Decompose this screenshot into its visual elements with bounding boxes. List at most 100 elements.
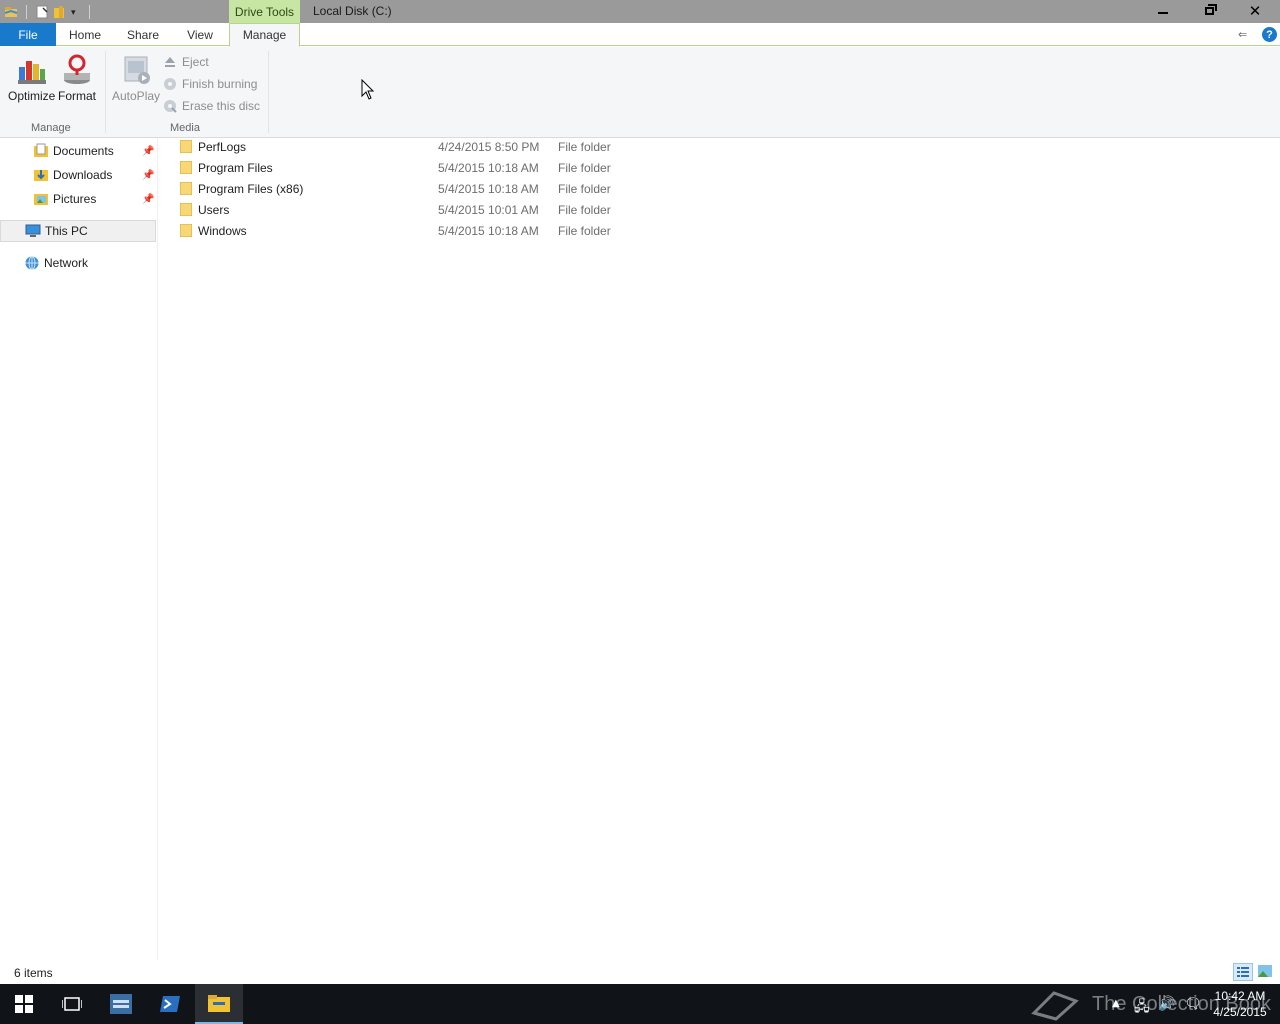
pictures-folder-icon [34,194,48,205]
clock-time: 10:42 AM [1214,989,1266,1003]
eject-button[interactable]: Eject [163,53,209,71]
folder-icon [180,161,192,174]
folder-icon [180,224,192,237]
file-row[interactable]: Users 5/4/2015 10:01 AM File folder [177,201,877,222]
file-name: Program Files [198,161,273,175]
file-type: File folder [558,203,611,217]
file-name: PerfLogs [198,140,247,154]
contextual-group-label: Drive Tools [229,0,300,23]
taskbar: The Collection Book ▲ 🖧 🔊 🗨 10:42 AM 4/2… [0,984,1280,1024]
pin-icon[interactable]: 📌 [142,170,154,182]
file-date: 5/4/2015 10:18 AM [438,182,539,196]
autoplay-label: AutoPlay [112,89,161,103]
tab-file[interactable]: File [0,23,56,46]
finish-burning-button[interactable]: Finish burning [163,75,257,93]
optimize-button[interactable]: Optimize [8,53,55,105]
file-explorer-taskbar-button[interactable] [195,984,243,1024]
ribbon-panel: Optimize Format Manage AutoPlay Eject Fi… [0,47,1280,138]
properties-icon[interactable] [35,5,49,19]
format-button[interactable]: Format [58,53,96,105]
folder-icon [180,203,192,216]
qat-separator [89,4,90,19]
nav-label-this-pc: This PC [45,224,88,238]
group-label-media: Media [170,122,200,134]
tab-home[interactable]: Home [64,23,106,46]
show-hidden-icons-chevron-icon[interactable]: ▲ [1112,998,1120,1009]
powershell-button[interactable] [146,984,194,1024]
new-folder-icon[interactable] [53,5,67,19]
close-button[interactable]: ✕ [1232,0,1278,22]
group-label-manage: Manage [31,122,71,134]
taskbar-clock[interactable]: 10:42 AM 4/25/2015 [1208,988,1272,1020]
large-icons-view-button[interactable] [1256,963,1276,981]
nav-item-documents[interactable]: Documents [33,140,114,162]
group-separator [105,51,106,133]
burn-disc-icon [164,78,176,90]
server-manager-button[interactable] [97,984,145,1024]
optimize-label: Optimize [8,89,56,103]
tab-share[interactable]: Share [122,23,164,46]
nav-label-downloads: Downloads [53,168,113,182]
eject-icon [165,57,175,67]
restore-button[interactable] [1186,0,1232,22]
erase-disc-button[interactable]: Erase this disc [163,97,260,115]
network-tray-icon[interactable]: 🖧 [1134,996,1150,1020]
help-button[interactable]: ? [1262,27,1277,42]
documents-folder-icon [34,143,48,157]
file-type: File folder [558,140,611,154]
autoplay-button[interactable]: AutoPlay [112,53,160,105]
tab-manage[interactable]: Manage [229,23,300,47]
file-explorer-icon [208,995,230,1012]
powershell-icon [160,996,180,1012]
file-type: File folder [558,224,611,238]
nav-item-pictures[interactable]: Pictures [33,188,96,210]
pin-icon[interactable]: 📌 [142,194,154,206]
navigation-pane: Documents 📌 Downloads 📌 Pictures 📌 This … [0,138,158,960]
file-type: File folder [558,161,611,175]
file-list: PerfLogs 4/24/2015 8:50 PM File folder P… [160,138,1280,960]
close-icon: ✕ [1248,2,1262,20]
volume-tray-icon[interactable]: 🔊 [1158,996,1175,1012]
customize-qat-chevron-icon[interactable]: ▾ [71,5,85,19]
quick-access-toolbar: ▾ [0,0,90,23]
folder-icon [180,140,192,153]
erase-disc-icon [164,100,177,113]
item-count: 6 items [14,966,53,980]
windows-logo-icon [15,995,33,1013]
file-date: 5/4/2015 10:18 AM [438,224,539,238]
qat-separator [26,4,27,19]
pin-icon[interactable]: 📌 [142,146,154,158]
title-bar: ▾ Drive Tools Local Disk (C:) ✕ [0,0,1280,23]
server-manager-icon [110,994,132,1014]
downloads-folder-icon [34,170,48,181]
task-view-button[interactable] [48,984,96,1024]
restore-icon [1204,4,1217,15]
window-title: Local Disk (C:) [313,4,392,18]
nav-item-this-pc[interactable]: This PC [0,220,156,242]
expand-ribbon-icon[interactable]: ⇐ [1238,28,1254,41]
file-row[interactable]: Program Files (x86) 5/4/2015 10:18 AM Fi… [177,180,877,201]
finish-burning-label: Finish burning [182,77,258,91]
group-separator [268,51,269,133]
computer-icon [25,224,41,237]
file-row[interactable]: Program Files 5/4/2015 10:18 AM File fol… [177,159,877,180]
details-view-icon [1237,967,1249,977]
details-view-button[interactable] [1233,963,1253,981]
nav-label-network: Network [44,256,89,270]
minimize-button[interactable] [1140,0,1186,22]
start-button[interactable] [0,984,48,1024]
explorer-app-icon[interactable] [4,5,18,19]
ribbon-tab-row: File Home Share View Manage ⇐ ? [0,23,1280,47]
folder-icon [180,182,192,195]
format-label: Format [58,89,97,103]
tab-view[interactable]: View [180,23,220,46]
format-icon [64,54,90,84]
action-center-icon[interactable]: 🗨 [1184,996,1202,1012]
nav-item-downloads[interactable]: Downloads [33,164,112,186]
file-row[interactable]: Windows 5/4/2015 10:18 AM File folder [177,222,877,243]
mouse-cursor-icon [361,79,375,100]
file-name: Users [198,203,230,217]
erase-disc-label: Erase this disc [182,99,261,113]
nav-item-network[interactable]: Network [24,252,88,274]
file-row[interactable]: PerfLogs 4/24/2015 8:50 PM File folder [177,138,877,159]
